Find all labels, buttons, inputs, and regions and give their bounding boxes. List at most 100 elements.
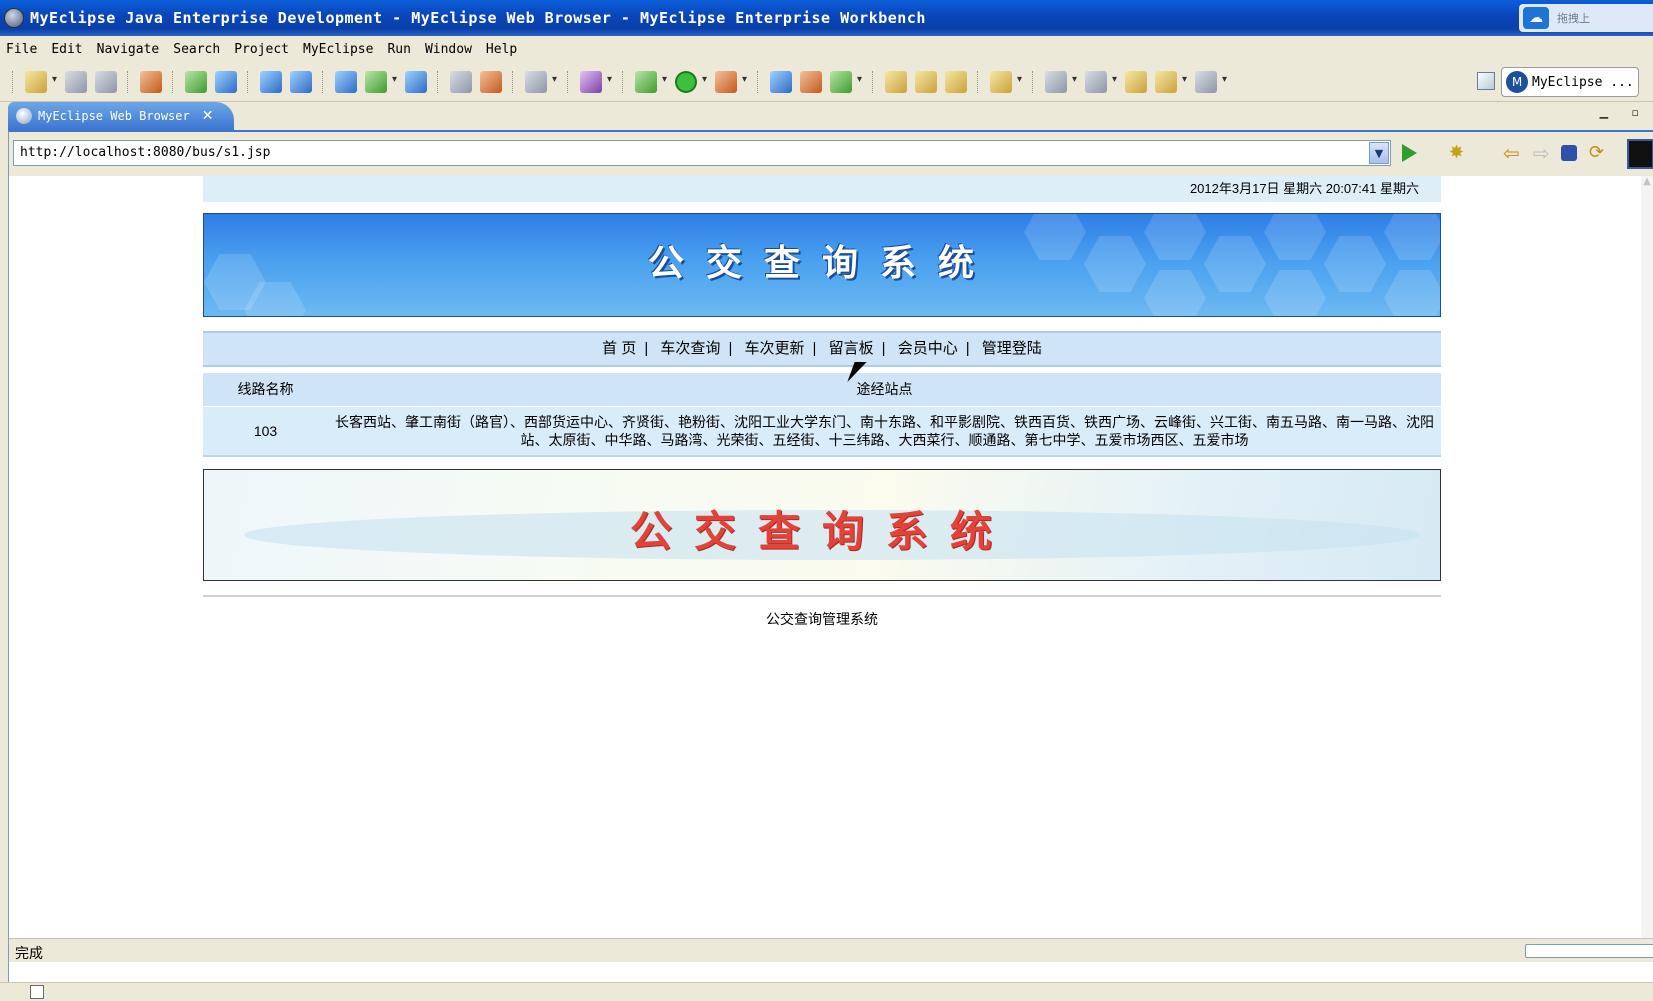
redeploy-icon[interactable] xyxy=(290,70,312,93)
toolbar-separator xyxy=(757,70,760,93)
toolbar-separator xyxy=(127,70,130,93)
toolbar-separator xyxy=(567,70,570,93)
url-input[interactable]: http://localhost:8080/bus/s1.jsp xyxy=(13,140,1391,166)
workbench-status-bar xyxy=(0,982,1653,1001)
folder-icon[interactable] xyxy=(450,70,472,93)
open-perspective-icon[interactable] xyxy=(1477,72,1495,90)
add-resource-icon[interactable] xyxy=(480,70,502,93)
tray-widget[interactable]: ☁ 拖拽上 xyxy=(1519,4,1653,32)
banner-title: 公交查询系统 xyxy=(647,243,996,284)
editor-tab-row: MyEclipse Web Browser ✕ ▁ ▫ xyxy=(0,102,1653,130)
refresh-icon[interactable]: ⟳ xyxy=(1589,143,1609,163)
toolbar-separator xyxy=(322,70,325,93)
nav-home[interactable]: 首 页 xyxy=(602,340,636,357)
perspective-switcher[interactable]: M MyEclipse ... xyxy=(1501,67,1639,97)
bus-query-page: 2012年3月17日 星期六 20:07:41 星期六 公交查询系统 首 页 | … xyxy=(203,176,1441,629)
menu-project[interactable]: Project xyxy=(234,42,289,57)
pen-icon[interactable] xyxy=(915,70,937,93)
route-name-cell: 103 xyxy=(203,406,328,456)
menu-search[interactable]: Search xyxy=(173,42,220,57)
nav-member-center[interactable]: 会员中心 xyxy=(898,340,958,357)
menu-navigate[interactable]: Navigate xyxy=(97,42,160,57)
cloud-icon[interactable]: ☁ xyxy=(1523,7,1549,29)
preview-box[interactable] xyxy=(1627,139,1653,169)
external-tools-icon[interactable] xyxy=(715,70,747,93)
next-annotation-icon[interactable] xyxy=(1045,70,1077,93)
camera-icon[interactable] xyxy=(525,70,557,93)
main-toolbar: M MyEclipse ... xyxy=(0,62,1653,102)
header-banner: 公交查询系统 xyxy=(203,213,1441,317)
footer-banner-title: 公交查询系统 xyxy=(629,506,1014,556)
open-folder-icon[interactable] xyxy=(990,70,1022,93)
nav-admin-login[interactable]: 管理登陆 xyxy=(982,340,1042,357)
site-nav: 首 页 | 车次查询 | 车次更新 | 留言板 | 会员中心 | 管理登陆 xyxy=(203,331,1441,367)
progress-bar xyxy=(1525,944,1653,958)
toolbar-separator xyxy=(437,70,440,93)
new-class-icon[interactable] xyxy=(770,70,792,93)
fast-view-icon[interactable] xyxy=(30,985,44,999)
last-edit-icon[interactable] xyxy=(1125,70,1147,93)
table-row: 103 长客西站、肇工南街（路官）、西部货运中心、齐贤街、艳粉街、沈阳工业大学东… xyxy=(203,406,1441,456)
open-task-icon[interactable] xyxy=(945,70,967,93)
new-interface-icon[interactable] xyxy=(830,70,862,93)
menu-file[interactable]: File xyxy=(6,42,37,57)
browser-globe-icon xyxy=(16,108,32,124)
menu-bar: File Edit Navigate Search Project MyEcli… xyxy=(0,36,1653,62)
view-controls[interactable]: ▁ ▫ xyxy=(1600,106,1649,119)
browser-status-bar: 完成 xyxy=(9,938,1653,962)
menu-window[interactable]: Window xyxy=(425,42,472,57)
run-icon[interactable] xyxy=(675,70,707,93)
nav-message-board[interactable]: 留言板 xyxy=(829,340,874,357)
web-browser-view: http://localhost:8080/bus/s1.jsp ▼ ✸ ⇦ ⇨… xyxy=(8,130,1653,982)
hierarchy-icon[interactable] xyxy=(335,70,357,93)
open-type-icon[interactable] xyxy=(885,70,907,93)
print-icon[interactable] xyxy=(95,70,117,93)
window-title: MyEclipse Java Enterprise Development - … xyxy=(30,9,926,27)
go-icon[interactable] xyxy=(1402,144,1417,162)
back-arrow-icon[interactable]: ⇦ xyxy=(1503,143,1523,163)
menu-edit[interactable]: Edit xyxy=(51,42,82,57)
globe-icon[interactable] xyxy=(405,70,427,93)
nav-route-update[interactable]: 车次更新 xyxy=(745,340,805,357)
menu-help[interactable]: Help xyxy=(486,42,517,57)
debug-icon[interactable] xyxy=(635,70,667,93)
back-icon[interactable] xyxy=(1155,70,1187,93)
datetime-bar: 2012年3月17日 星期六 20:07:41 星期六 xyxy=(203,176,1441,202)
title-bar: MyEclipse Java Enterprise Development - … xyxy=(0,0,1653,36)
new-icon[interactable] xyxy=(25,70,57,93)
open-file-icon[interactable] xyxy=(365,70,397,93)
server-icon[interactable] xyxy=(215,70,237,93)
new-package-icon[interactable] xyxy=(800,70,822,93)
myeclipse-perspective-icon: M xyxy=(1506,71,1528,93)
stop-icon[interactable] xyxy=(1561,145,1577,161)
toolbar-separator xyxy=(872,70,875,93)
footer-divider xyxy=(203,594,1441,597)
wizard-icon[interactable] xyxy=(580,70,612,93)
menu-run[interactable]: Run xyxy=(387,42,410,57)
package-icon[interactable] xyxy=(140,70,162,93)
status-text: 完成 xyxy=(15,945,43,961)
footer-text: 公交查询管理系统 xyxy=(766,610,878,627)
close-tab-icon[interactable]: ✕ xyxy=(202,108,214,124)
toolbar-separator xyxy=(977,70,980,93)
url-dropdown-chevron-icon[interactable]: ▼ xyxy=(1369,142,1389,164)
menu-myeclipse[interactable]: MyEclipse xyxy=(303,42,373,57)
page-viewport: 2012年3月17日 星期六 20:07:41 星期六 公交查询系统 首 页 | … xyxy=(9,176,1642,938)
nav-route-query[interactable]: 车次查询 xyxy=(660,340,720,357)
forward-icon[interactable] xyxy=(1195,70,1227,93)
previous-annotation-icon[interactable] xyxy=(1085,70,1117,93)
forward-arrow-icon[interactable]: ⇨ xyxy=(1533,143,1553,163)
tab-web-browser[interactable]: MyEclipse Web Browser ✕ xyxy=(8,102,234,130)
column-stops: 途经站点 xyxy=(328,373,1441,407)
bug-icon[interactable] xyxy=(185,70,207,93)
toolbar-separator xyxy=(512,70,515,93)
scroll-up-icon[interactable]: ▲ xyxy=(1641,176,1653,187)
myeclipse-app-icon xyxy=(4,8,24,28)
toolbar-separator xyxy=(247,70,250,93)
tray-text: 拖拽上 xyxy=(1557,12,1590,25)
route-stops-cell: 长客西站、肇工南街（路官）、西部货运中心、齐贤街、艳粉街、沈阳工业大学东门、南十… xyxy=(328,406,1441,456)
save-icon[interactable] xyxy=(65,70,87,93)
deploy-icon[interactable] xyxy=(260,70,282,93)
vertical-scrollbar[interactable]: ▲ xyxy=(1641,176,1653,938)
favorites-icon[interactable]: ✸ xyxy=(1449,143,1469,163)
